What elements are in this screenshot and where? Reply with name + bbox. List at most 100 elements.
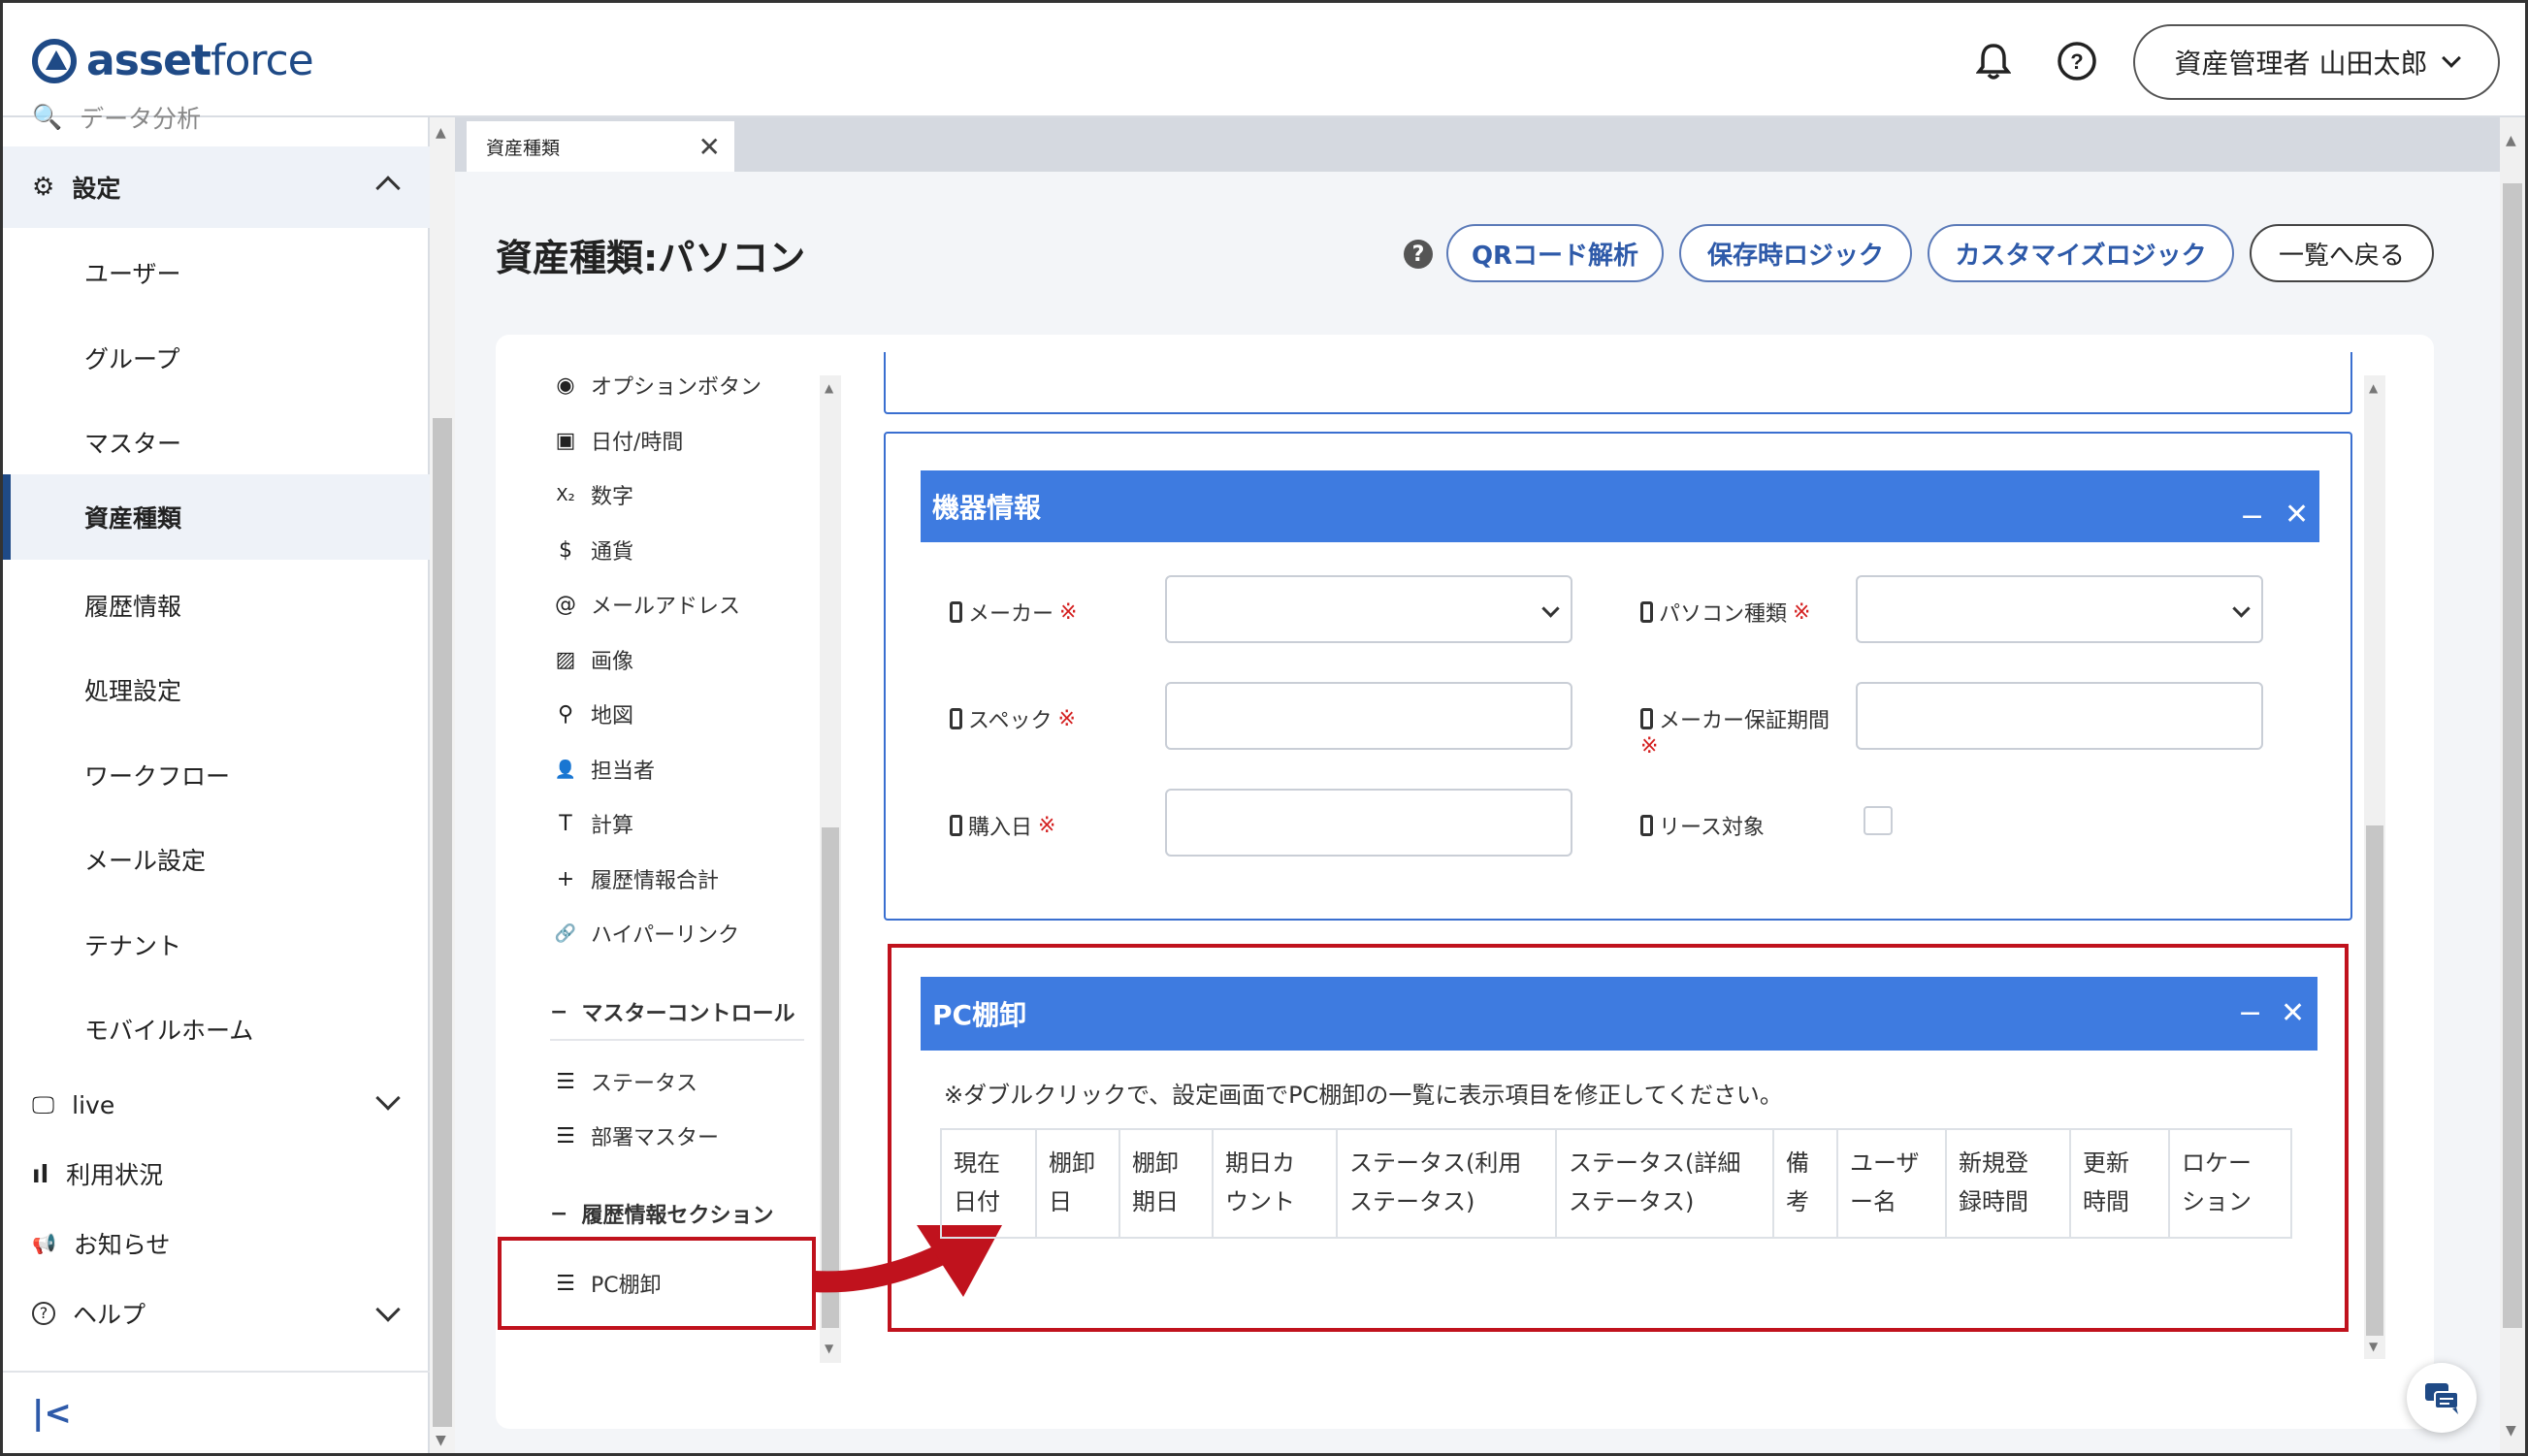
sidebar-item-help[interactable]: ? ヘルプ — [3, 1278, 430, 1349]
tab-asset-types[interactable]: 資産種類 ✕ — [467, 121, 734, 172]
sidebar-item-groups[interactable]: グループ — [3, 317, 430, 399]
chevron-down-icon — [1541, 599, 1560, 618]
sidebar-item-data-analysis[interactable]: 🔍 データ分析 — [3, 88, 430, 146]
palette-item-label: 日付/時間 — [591, 431, 684, 455]
palette-item-label: ステータス — [591, 1072, 698, 1096]
close-icon[interactable]: ✕ — [2285, 498, 2309, 532]
sidebar-item-mobile-home[interactable]: モバイルホーム — [3, 988, 430, 1070]
save-logic-button[interactable]: 保存時ロジック — [1679, 224, 1912, 282]
palette-item-label: 通貨 — [591, 540, 634, 565]
content-scroll-thumb[interactable] — [2503, 183, 2522, 1328]
sidebar-item-label: ユーザー — [84, 260, 181, 288]
palette-section-history[interactable]: − 履歴情報セクション — [550, 1198, 773, 1229]
scroll-down-arrow-icon[interactable]: ▼ — [2506, 1423, 2516, 1439]
minimize-icon[interactable]: − — [2240, 500, 2264, 534]
maker-select[interactable] — [1165, 575, 1572, 643]
sidebar-item-history[interactable]: 履歴情報 — [3, 565, 430, 646]
palette-item-label: 計算 — [591, 814, 634, 838]
help-icon[interactable]: ? — [2050, 34, 2104, 88]
collapse-left-icon[interactable]: |< — [32, 1394, 72, 1433]
sidebar-item-usage[interactable]: ıl 利用状況 — [3, 1138, 430, 1210]
sidebar-item-label: live — [72, 1090, 115, 1119]
warranty-input[interactable] — [1856, 682, 2263, 750]
palette-item-assignee[interactable]: 👤 担当者 — [554, 742, 655, 796]
palette-item-number[interactable]: X₂ 数字 — [554, 468, 633, 522]
scroll-down-arrow-icon[interactable]: ▼ — [436, 1433, 446, 1448]
sidebar-item-label: 処理設定 — [84, 677, 182, 705]
logo-mark-icon — [32, 38, 77, 83]
sidebar-item-live[interactable]: 🖵 live — [3, 1066, 430, 1144]
content-scrollbar[interactable]: ▲ ▼ — [2500, 117, 2525, 1453]
back-to-list-button[interactable]: 一覧へ戻る — [2250, 224, 2434, 282]
user-menu-button[interactable]: 資産管理者 山田太郎 — [2133, 24, 2500, 100]
list-icon: ☰ — [556, 1123, 575, 1149]
close-icon[interactable]: ✕ — [698, 131, 721, 163]
palette-section-master-control[interactable]: − マスターコントロール — [550, 996, 794, 1027]
sidebar-item-label: 履歴情報 — [84, 593, 182, 621]
phone-icon — [950, 708, 962, 729]
chevron-down-icon — [375, 1085, 401, 1111]
phone-icon — [950, 815, 962, 836]
scroll-up-arrow-icon[interactable]: ▲ — [2369, 381, 2378, 395]
palette-item-datetime[interactable]: ▣ 日付/時間 — [554, 413, 684, 468]
sidebar-item-label: データ分析 — [80, 105, 202, 133]
sidebar-item-mail[interactable]: メール設定 — [3, 819, 430, 900]
palette-item-image[interactable]: ▨ 画像 — [554, 632, 633, 687]
palette-item-calculation[interactable]: T 計算 — [554, 796, 633, 851]
palette-item-hyperlink[interactable]: 🔗 ハイパーリンク — [554, 906, 739, 960]
highlight-box-section — [888, 944, 2349, 1332]
help-circle-icon: ? — [32, 1302, 55, 1325]
question-icon[interactable]: ? — [1404, 240, 1433, 269]
scroll-up-arrow-icon[interactable]: ▲ — [825, 381, 833, 395]
device-section-header[interactable]: 機器情報 — [921, 470, 2319, 542]
canvas-scroll-thumb[interactable] — [2366, 825, 2383, 1336]
palette-item-department[interactable]: ☰ 部署マスター — [554, 1109, 719, 1163]
purchase-date-input[interactable] — [1165, 789, 1572, 857]
scroll-up-arrow-icon[interactable]: ▲ — [436, 125, 446, 141]
palette-item-option-button[interactable]: ◉ オプションボタン — [554, 358, 762, 412]
chat-button[interactable] — [2407, 1363, 2477, 1433]
qr-analysis-button[interactable]: QRコード解析 — [1446, 224, 1664, 282]
sidebar-item-settings[interactable]: ⚙ 設定 — [3, 146, 430, 228]
device-info-section[interactable]: 機器情報 − ✕ メーカー ※ パソコン種類 ※ スペック ※ メーカー保証期間 ※ … — [884, 432, 2352, 921]
spec-input[interactable] — [1165, 682, 1572, 750]
sidebar-scrollbar[interactable]: ▲ ▼ — [430, 117, 455, 1453]
scroll-down-arrow-icon[interactable]: ▼ — [825, 1342, 833, 1355]
sidebar-item-label: 設定 — [72, 175, 121, 203]
scroll-down-arrow-icon[interactable]: ▼ — [2369, 1340, 2378, 1353]
sidebar-item-asset-types[interactable]: 資産種類 — [3, 474, 430, 560]
palette-item-email[interactable]: @ メールアドレス — [554, 577, 740, 631]
text-t-icon: T — [559, 811, 572, 836]
previous-section-box[interactable] — [884, 352, 2352, 414]
sidebar-scroll-thumb[interactable] — [433, 418, 452, 1427]
required-mark: ※ — [1038, 813, 1056, 838]
sidebar-item-processing[interactable]: 処理設定 — [3, 649, 430, 730]
sidebar-item-workflow[interactable]: ワークフロー — [3, 734, 430, 816]
list-icon: ☰ — [556, 1069, 575, 1094]
highlight-box-palette — [498, 1237, 816, 1330]
sidebar-item-news[interactable]: 📢 お知らせ — [3, 1208, 430, 1279]
sidebar-item-tenant[interactable]: テナント — [3, 904, 430, 986]
sidebar-item-master[interactable]: マスター — [3, 402, 430, 483]
chevron-up-icon — [375, 176, 401, 201]
palette-item-status[interactable]: ☰ ステータス — [554, 1054, 697, 1109]
label-purchase-date: 購入日 ※ — [950, 810, 1055, 841]
sidebar-item-label: テナント — [84, 932, 182, 960]
palette-item-label: 地図 — [591, 704, 634, 728]
sidebar-item-label: 利用状況 — [66, 1161, 164, 1189]
screenshot-frame: assetforce ? 資産管理者 山田太郎 🔍 データ分析 ⚙ 設定 ユーザー… — [0, 0, 2528, 1456]
sidebar: 🔍 データ分析 ⚙ 設定 ユーザー グループ マスター 資産種類 履歴情報 処理設… — [3, 103, 430, 1453]
scroll-up-arrow-icon[interactable]: ▲ — [2506, 133, 2516, 148]
lease-checkbox[interactable] — [1864, 806, 1893, 835]
palette-item-map[interactable]: ⚲ 地図 — [554, 687, 633, 741]
canvas-scrollbar[interactable]: ▲ ▼ — [2364, 375, 2385, 1359]
customize-logic-button[interactable]: カスタマイズロジック — [1928, 224, 2234, 282]
pc-type-select[interactable] — [1856, 575, 2263, 643]
sidebar-item-users[interactable]: ユーザー — [3, 232, 430, 313]
gear-icon: ⚙ — [32, 173, 55, 202]
palette-item-history-sum[interactable]: + 履歴情報合計 — [554, 852, 719, 906]
app-logo[interactable]: assetforce — [32, 36, 314, 85]
bell-icon[interactable] — [1966, 34, 2021, 88]
palette-item-currency[interactable]: $ 通貨 — [554, 523, 633, 577]
label-lease: リース対象 — [1640, 810, 1765, 841]
